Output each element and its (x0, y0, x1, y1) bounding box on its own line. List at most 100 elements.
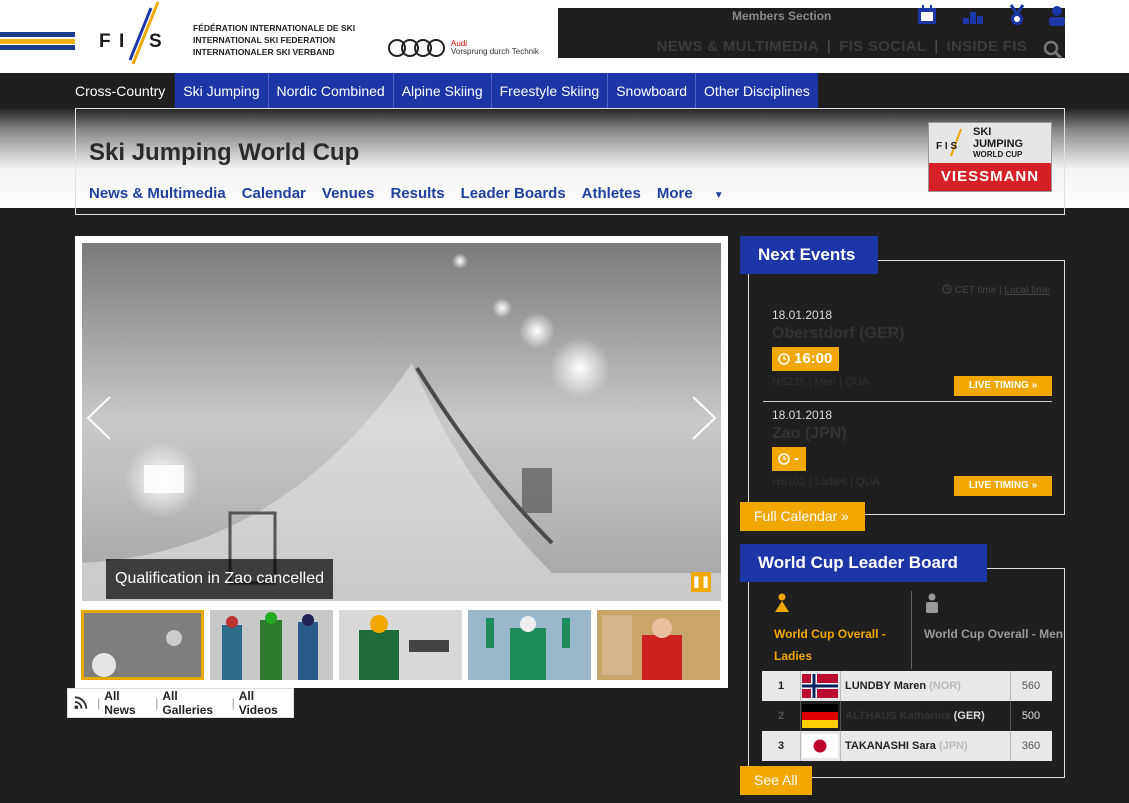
athlete-name: TAKANASHI Sara (845, 740, 936, 752)
norway-flag-icon (802, 674, 838, 698)
germany-flag-icon (802, 704, 838, 728)
event-place: Oberstdorf (GER) (772, 325, 905, 342)
athlete-name: ALTHAUS Katharina (845, 710, 951, 722)
discipline-cross-country[interactable]: Cross-Country (75, 73, 175, 108)
next-events-title: Next Events (740, 236, 878, 274)
event-meta: HS235 | Men | QUA (772, 376, 869, 388)
series-nav-venues[interactable]: Venues (322, 185, 375, 202)
athlete-nation: (NOR) (929, 680, 961, 692)
series-nav-news[interactable]: News & Multimedia (89, 185, 226, 202)
medal-icon[interactable] (1006, 4, 1028, 26)
fis-logo[interactable]: F I S (95, 0, 175, 70)
slide-caption[interactable]: Qualification in Zao cancelled (106, 559, 334, 599)
nav-news-multimedia[interactable]: NEWS & MULTIMEDIA (657, 38, 819, 55)
viessmann-logo: VIESSMANN (929, 163, 1051, 191)
calendar-icon[interactable] (916, 4, 938, 26)
event-item[interactable]: 18.01.2018 Zao (JPN) - HS102 | Ladies | … (772, 408, 1062, 496)
series-nav-leader-boards[interactable]: Leader Boards (461, 185, 566, 202)
event-time: 16:00 (772, 347, 840, 371)
top-nav: NEWS & MULTIMEDIA | FIS SOCIAL | INSIDE … (656, 38, 1027, 55)
clock-icon (942, 284, 952, 294)
svg-text:F: F (99, 31, 111, 52)
thumbnail-strip (81, 610, 722, 680)
athlete-points: 360 (1021, 740, 1041, 752)
podium-icon[interactable] (962, 4, 984, 26)
svg-text:F I S: F I S (936, 141, 957, 152)
male-athlete-icon (926, 593, 938, 613)
series-nav-calendar[interactable]: Calendar (242, 185, 306, 202)
series-nav-results[interactable]: Results (390, 185, 444, 202)
discipline-alpine-skiing[interactable]: Alpine Skiing (393, 73, 491, 108)
user-icon[interactable] (1046, 4, 1068, 26)
news-slider: Qualification in Zao cancelled ❚❚ (75, 236, 728, 688)
female-athlete-icon (775, 593, 789, 612)
rss-icon[interactable] (74, 696, 88, 710)
chevron-down-icon: ▼ (713, 190, 724, 201)
next-arrow-icon[interactable] (689, 393, 719, 443)
discipline-other[interactable]: Other Disciplines (696, 73, 818, 108)
event-meta: HS102 | Ladies | QUA (772, 476, 880, 488)
athlete-nation: (JPN) (938, 740, 968, 752)
all-news-link[interactable]: All News (104, 689, 151, 717)
site-header: F I S FÉDÉRATION INTERNATIONALE DE SKI I… (0, 0, 1129, 73)
search-icon[interactable] (1043, 40, 1063, 60)
table-row[interactable]: 1 LUNDBY Maren (NOR) 560 (762, 671, 1052, 701)
series-nav-more[interactable]: More ▼ (657, 185, 740, 202)
thumbnail-3[interactable] (339, 610, 462, 680)
thumbnail-5[interactable] (597, 610, 720, 680)
local-time-option[interactable]: Local time (1004, 285, 1050, 296)
leader-board-title: World Cup Leader Board (740, 544, 987, 582)
discipline-bar: Cross-Country Ski Jumping Nordic Combine… (0, 73, 1129, 108)
audi-tagline: Vorsprung durch Technik (451, 47, 539, 56)
all-galleries-link[interactable]: All Galleries (162, 689, 227, 717)
series-nav: News & Multimedia Calendar Venues Result… (89, 185, 756, 202)
nav-fis-social[interactable]: FIS SOCIAL (839, 38, 926, 55)
leader-board-panel: World Cup Overall - Ladies World Cup Ove… (748, 568, 1065, 778)
discipline-nordic-combined[interactable]: Nordic Combined (268, 73, 393, 108)
series-header: Ski Jumping World Cup News & Multimedia … (75, 108, 1065, 215)
live-timing-button[interactable]: LIVE TIMING » (954, 476, 1052, 496)
all-videos-link[interactable]: All Videos (239, 689, 293, 717)
svg-text:I: I (119, 31, 124, 52)
tab-world-cup-men[interactable]: World Cup Overall - Men (924, 593, 1074, 669)
discipline-snowboard[interactable]: Snowboard (608, 73, 696, 108)
nav-inside-fis[interactable]: INSIDE FIS (946, 38, 1027, 55)
slide-image[interactable]: Qualification in Zao cancelled ❚❚ (82, 243, 721, 601)
pause-icon[interactable]: ❚❚ (691, 572, 711, 592)
thumbnail-1[interactable] (81, 610, 204, 680)
full-calendar-button[interactable]: Full Calendar » (740, 502, 865, 531)
time-toggle: CET time | Local time (942, 284, 1050, 296)
previous-arrow-icon[interactable] (84, 393, 114, 443)
next-events-panel: CET time | Local time 18.01.2018 Oberstd… (748, 260, 1065, 515)
divider (763, 401, 1052, 402)
page-title: Ski Jumping World Cup (89, 139, 360, 166)
athlete-points: 500 (1021, 710, 1041, 722)
top-utility-bar: Members Section NEWS & MULTIMEDIA | FIS … (558, 4, 1065, 60)
discipline-freestyle-skiing[interactable]: Freestyle Skiing (491, 73, 608, 108)
brand-stripes (0, 32, 75, 50)
thumbnail-4[interactable] (468, 610, 591, 680)
fis-small-logo: F I S (936, 128, 962, 157)
clock-icon (778, 453, 790, 465)
event-place: Zao (JPN) (772, 425, 847, 442)
divider (911, 591, 912, 669)
slide-photo (82, 243, 721, 601)
tab-world-cup-ladies[interactable]: World Cup Overall - Ladies (774, 593, 924, 669)
live-timing-button[interactable]: LIVE TIMING » (954, 376, 1052, 396)
see-all-button[interactable]: See All (740, 766, 812, 795)
table-row[interactable]: 3 TAKANASHI Sara (JPN) 360 (762, 731, 1052, 761)
japan-flag-icon (802, 734, 838, 758)
discipline-ski-jumping[interactable]: Ski Jumping (175, 73, 268, 108)
thumbnail-2[interactable] (210, 610, 333, 680)
event-date: 18.01.2018 (772, 408, 833, 422)
series-nav-athletes[interactable]: Athletes (582, 185, 641, 202)
table-row[interactable]: 2 ALTHAUS Katharina (GER) 500 (762, 701, 1052, 731)
news-links: | All News | All Galleries | All Videos (67, 688, 294, 718)
cet-time-option[interactable]: CET time (955, 285, 997, 296)
members-section-link[interactable]: Members Section (732, 9, 831, 23)
event-item[interactable]: 18.01.2018 Oberstdorf (GER) 16:00 HS235 … (772, 308, 1062, 396)
svg-text:S: S (149, 31, 162, 52)
sponsor-logo[interactable]: F I S SKI JUMPING WORLD CUP VIESSMANN (928, 122, 1052, 192)
clock-icon (778, 353, 790, 365)
fis-full-name: FÉDÉRATION INTERNATIONALE DE SKI INTERNA… (193, 23, 356, 57)
